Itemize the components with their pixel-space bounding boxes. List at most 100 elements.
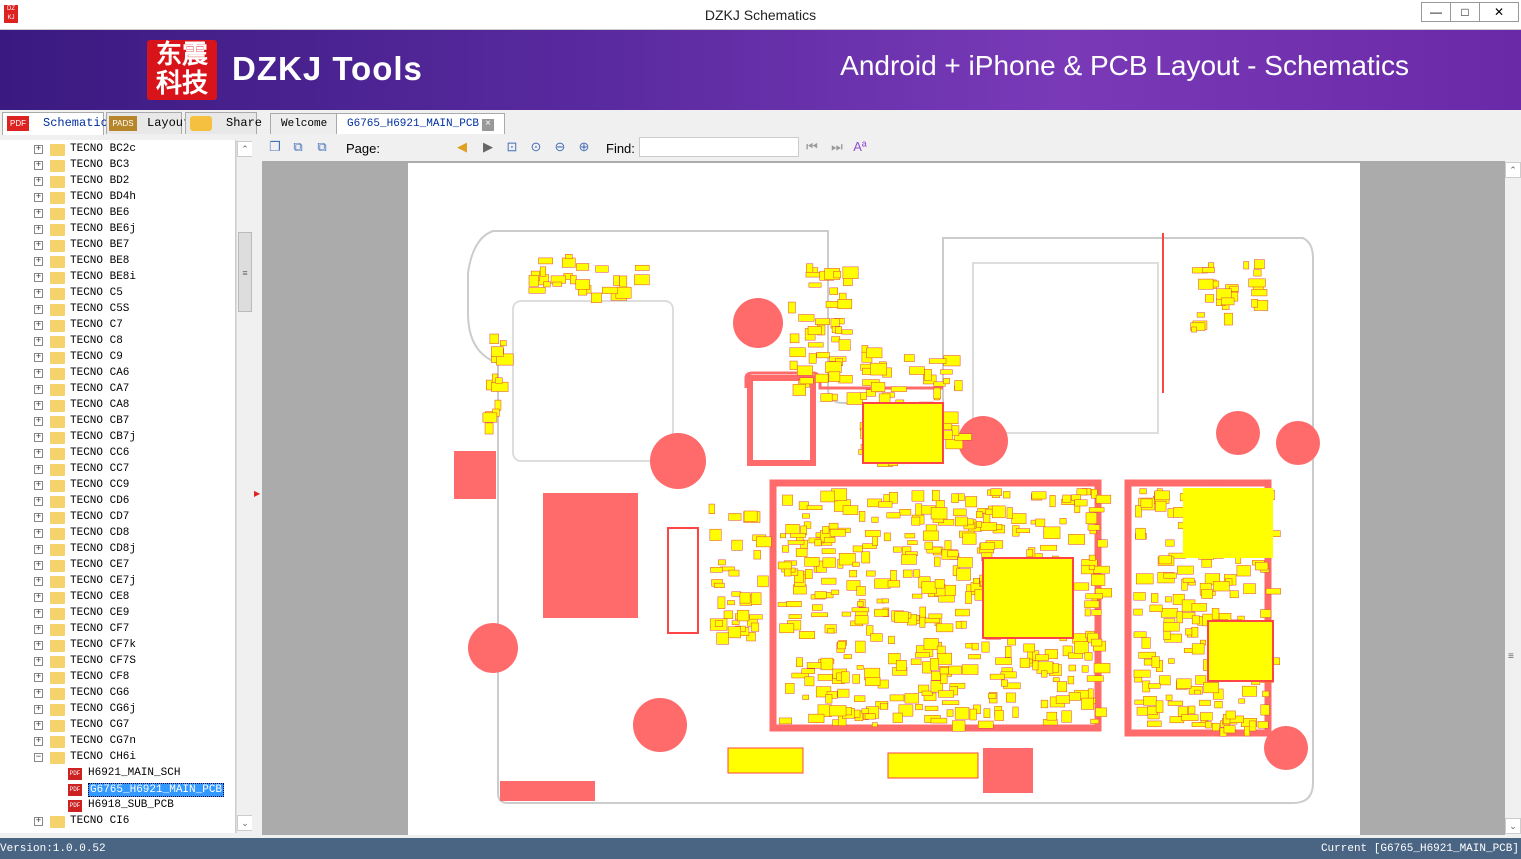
- close-button[interactable]: ✕: [1479, 2, 1519, 22]
- next-page-icon[interactable]: ▶: [480, 139, 496, 155]
- expand-icon[interactable]: +: [34, 721, 43, 730]
- folder-icon: [50, 752, 65, 764]
- pcb-component: [561, 257, 576, 268]
- document-viewer[interactable]: [262, 161, 1505, 835]
- pcb-component: [1134, 676, 1143, 683]
- copy-icon[interactable]: ❐: [267, 139, 283, 155]
- match-case-icon[interactable]: Aª: [852, 139, 868, 155]
- expand-icon[interactable]: +: [34, 401, 43, 410]
- expand-icon[interactable]: +: [34, 641, 43, 650]
- expand-icon[interactable]: +: [34, 353, 43, 362]
- expand-icon[interactable]: +: [34, 657, 43, 666]
- document-scrollbar[interactable]: ⌃ ≡ ⌄: [1505, 161, 1521, 835]
- pads-icon: PADS: [109, 116, 137, 131]
- tab-layout[interactable]: PADS Layout: [106, 112, 190, 134]
- scroll-thumb[interactable]: ≡: [238, 232, 252, 312]
- tab-document[interactable]: G6765_H6921_MAIN_PCB ×: [336, 113, 506, 134]
- expand-icon[interactable]: +: [34, 625, 43, 634]
- pcb-component: [852, 561, 860, 567]
- expand-icon[interactable]: +: [34, 273, 43, 282]
- pcb-component: [1023, 643, 1035, 653]
- tab-schematic[interactable]: PDF Schematic: [2, 112, 108, 135]
- scroll-down-button[interactable]: ⌄: [237, 815, 253, 831]
- tab-welcome[interactable]: Welcome: [270, 113, 339, 134]
- expand-icon[interactable]: +: [34, 545, 43, 554]
- expand-icon[interactable]: +: [34, 513, 43, 522]
- pcb-component: [969, 708, 977, 721]
- expand-icon[interactable]: +: [34, 449, 43, 458]
- expand-icon[interactable]: +: [34, 145, 43, 154]
- expand-icon[interactable]: +: [34, 209, 43, 218]
- expand-icon[interactable]: +: [34, 337, 43, 346]
- pcb-component: [1095, 707, 1107, 717]
- expand-icon[interactable]: +: [34, 481, 43, 490]
- pcb-component: [1085, 593, 1103, 600]
- expand-icon[interactable]: +: [34, 417, 43, 426]
- expand-icon[interactable]: +: [34, 305, 43, 314]
- scroll-grip[interactable]: ≡: [1508, 651, 1514, 662]
- pcb-component: [1151, 593, 1159, 603]
- expand-icon[interactable]: +: [34, 673, 43, 682]
- expand-icon[interactable]: +: [34, 817, 43, 826]
- tree-scrollbar[interactable]: ⌃ ≡ ⌄: [236, 140, 253, 833]
- pcb-component: [1133, 608, 1143, 616]
- expand-icon[interactable]: +: [34, 561, 43, 570]
- expand-icon[interactable]: +: [34, 257, 43, 266]
- rotate-counterclockwise-icon[interactable]: ⧉: [314, 139, 330, 155]
- find-input[interactable]: [639, 137, 799, 157]
- pcb-component: [822, 557, 836, 568]
- pcb-component: [787, 540, 805, 545]
- pcb-component: [1091, 638, 1103, 647]
- expand-icon[interactable]: +: [34, 241, 43, 250]
- pcb-component: [714, 620, 723, 627]
- fit-page-icon[interactable]: ⊙: [528, 139, 544, 155]
- expand-icon[interactable]: +: [34, 161, 43, 170]
- expand-icon[interactable]: +: [34, 705, 43, 714]
- expand-icon[interactable]: +: [34, 689, 43, 698]
- scroll-up-button[interactable]: ⌃: [237, 141, 253, 157]
- maximize-button[interactable]: □: [1450, 2, 1480, 22]
- panel-splitter[interactable]: ▶: [252, 134, 262, 834]
- expand-icon[interactable]: +: [34, 177, 43, 186]
- pcb-component: [990, 488, 1002, 496]
- pcb-component: [1163, 630, 1171, 640]
- pcb-page[interactable]: [408, 163, 1360, 835]
- pcb-component: [538, 257, 553, 265]
- expand-icon[interactable]: +: [34, 497, 43, 506]
- pcb-component: [932, 489, 940, 502]
- previous-page-icon[interactable]: ◀: [454, 139, 470, 155]
- expand-icon[interactable]: +: [34, 369, 43, 378]
- find-previous-icon[interactable]: ⏮: [804, 139, 820, 155]
- expand-icon[interactable]: +: [34, 737, 43, 746]
- rotate-clockwise-icon[interactable]: ⧉: [290, 139, 306, 155]
- find-next-icon[interactable]: ⏭: [829, 139, 845, 155]
- collapse-icon[interactable]: −: [34, 753, 43, 762]
- pcb-component: [912, 593, 923, 599]
- expand-icon[interactable]: +: [34, 433, 43, 442]
- fit-width-icon[interactable]: ⊡: [504, 139, 520, 155]
- pcb-component: [1165, 596, 1172, 603]
- close-tab-icon[interactable]: ×: [482, 119, 495, 131]
- expand-icon[interactable]: +: [34, 529, 43, 538]
- folder-icon: [50, 608, 65, 620]
- minimize-button[interactable]: —: [1421, 2, 1451, 22]
- scroll-down-button[interactable]: ⌄: [1505, 818, 1521, 834]
- expand-icon[interactable]: +: [34, 609, 43, 618]
- expand-icon[interactable]: +: [34, 577, 43, 586]
- pcb-component: [728, 513, 742, 521]
- pcb-component: [961, 664, 979, 675]
- scroll-up-button[interactable]: ⌃: [1505, 162, 1521, 178]
- expand-icon[interactable]: +: [34, 225, 43, 234]
- folder-icon: [50, 720, 65, 732]
- expand-icon[interactable]: +: [34, 465, 43, 474]
- zoom-in-icon[interactable]: ⊕: [576, 139, 592, 155]
- expand-icon[interactable]: +: [34, 385, 43, 394]
- expand-icon[interactable]: +: [34, 289, 43, 298]
- pcb-component: [801, 668, 815, 674]
- expand-icon[interactable]: +: [34, 593, 43, 602]
- tab-share[interactable]: Share: [185, 112, 262, 134]
- pcb-component: [936, 652, 952, 665]
- zoom-out-icon[interactable]: ⊖: [552, 139, 568, 155]
- expand-icon[interactable]: +: [34, 321, 43, 330]
- expand-icon[interactable]: +: [34, 193, 43, 202]
